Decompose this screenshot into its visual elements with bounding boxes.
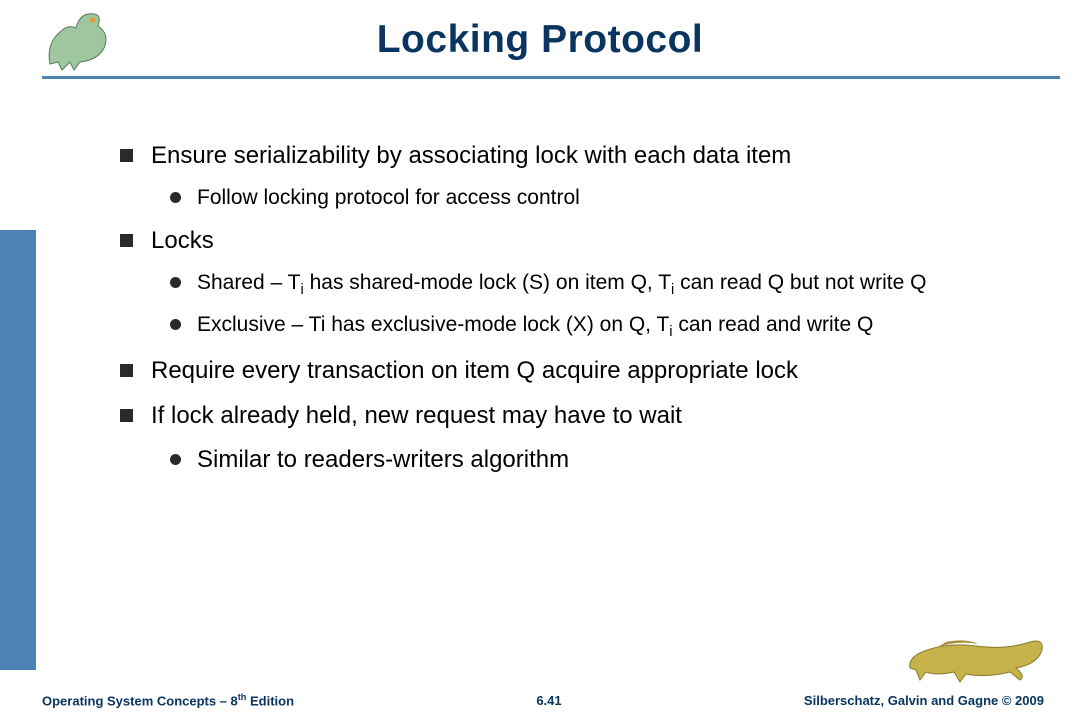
footer-left: Operating System Concepts – 8th Edition xyxy=(42,692,294,708)
bullet-4: If lock already held, new request may ha… xyxy=(120,400,1056,432)
text-frag: can read Q but not write Q xyxy=(674,271,926,294)
dot-bullet-icon xyxy=(170,277,181,288)
bullet-3: Require every transaction on item Q acqu… xyxy=(120,355,1056,387)
left-accent-stripe xyxy=(0,230,36,670)
bullet-2: Locks xyxy=(120,225,1056,257)
bullet-2b: Exclusive – Ti has exclusive-mode lock (… xyxy=(170,311,1056,343)
text-frag: Operating System Concepts – 8 xyxy=(42,693,238,708)
bullet-2a: Shared – Ti has shared-mode lock (S) on … xyxy=(170,269,1056,301)
square-bullet-icon xyxy=(120,409,133,422)
square-bullet-icon xyxy=(120,364,133,377)
title-wrap: Locking Protocol xyxy=(0,18,1080,62)
text-frag: has shared-mode lock (S) on item Q, T xyxy=(304,271,671,294)
text-frag: can read and write Q xyxy=(673,313,874,336)
bullet-1a: Follow locking protocol for access contr… xyxy=(170,184,1056,212)
bullet-1: Ensure serializability by associating lo… xyxy=(120,140,1056,172)
bullet-1a-text: Follow locking protocol for access contr… xyxy=(197,184,580,212)
square-bullet-icon xyxy=(120,149,133,162)
footer-page-number: 6.41 xyxy=(536,693,561,708)
bullet-4a: Similar to readers-writers algorithm xyxy=(170,444,1056,476)
square-bullet-icon xyxy=(120,234,133,247)
dinosaur-bottom-right-icon xyxy=(906,628,1046,684)
content-area: Ensure serializability by associating lo… xyxy=(120,128,1056,486)
bullet-2-text: Locks xyxy=(151,225,214,257)
bullet-1-text: Ensure serializability by associating lo… xyxy=(151,140,791,172)
slide: Locking Protocol Ensure serializability … xyxy=(0,0,1080,720)
text-frag: Exclusive – Ti has exclusive-mode lock (… xyxy=(197,313,669,336)
bullet-2b-text: Exclusive – Ti has exclusive-mode lock (… xyxy=(197,311,873,343)
dot-bullet-icon xyxy=(170,192,181,203)
title-underline xyxy=(42,76,1060,79)
bullet-3-text: Require every transaction on item Q acqu… xyxy=(151,355,798,387)
bullet-4a-text: Similar to readers-writers algorithm xyxy=(197,444,569,476)
dot-bullet-icon xyxy=(170,454,181,465)
text-frag: Shared – T xyxy=(197,271,301,294)
bullet-2a-text: Shared – Ti has shared-mode lock (S) on … xyxy=(197,269,926,301)
footer-right: Silberschatz, Galvin and Gagne © 2009 xyxy=(804,693,1044,708)
text-frag: Edition xyxy=(246,693,294,708)
slide-title: Locking Protocol xyxy=(377,18,704,61)
dot-bullet-icon xyxy=(170,319,181,330)
bullet-4-text: If lock already held, new request may ha… xyxy=(151,400,682,432)
footer: Operating System Concepts – 8th Edition … xyxy=(42,692,1044,708)
